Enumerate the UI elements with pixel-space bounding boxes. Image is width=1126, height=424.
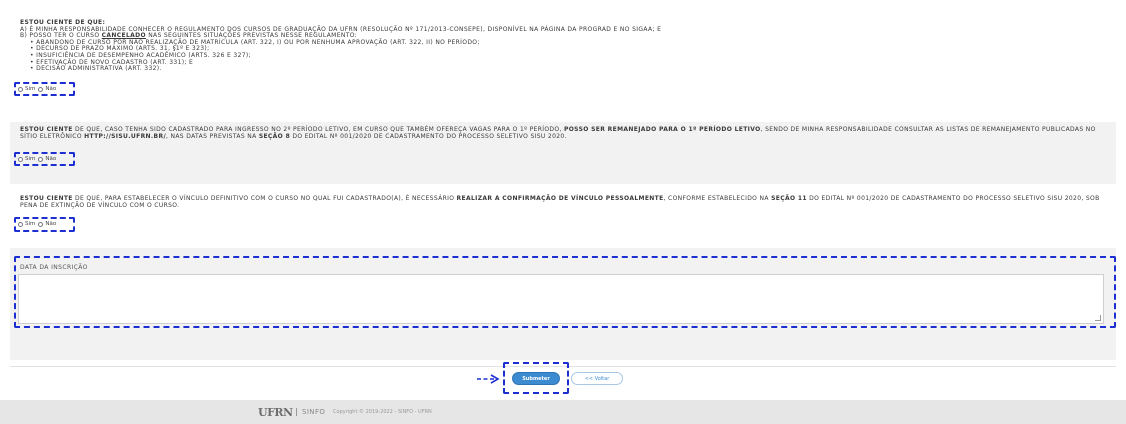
declaration-1-text: ESTOU CIENTE DE QUE: A) É MINHA RESPONSA… xyxy=(10,13,1110,73)
highlight-date-field xyxy=(14,256,1116,328)
footer xyxy=(0,400,1126,424)
highlight-radio-3 xyxy=(14,217,75,232)
list-item: • EFETIVAÇÃO DE NOVO CADASTRO (ART. 331)… xyxy=(30,58,194,66)
declaration-section-3: ESTOU CIENTE DE QUE, PARA ESTABELECER O … xyxy=(10,190,1116,238)
arrow-right-icon xyxy=(477,374,500,384)
highlight-radio-1 xyxy=(14,82,75,96)
declaration-section-2: ESTOU CIENTE DE QUE, CASO TENHA SIDO CAD… xyxy=(10,122,1116,184)
declaration-section-1: ESTOU CIENTE DE QUE: A) É MINHA RESPONSA… xyxy=(10,13,1116,105)
copyright-text: Copyright © 2019-2022 - SINFO - UFRN xyxy=(333,409,432,415)
sinfo-logo: SINFO xyxy=(302,408,326,416)
back-button[interactable]: << Voltar xyxy=(571,372,623,385)
highlight-radio-2 xyxy=(14,152,75,166)
highlight-submit-button xyxy=(503,362,569,394)
divider xyxy=(296,408,297,416)
declaration-3-text: ESTOU CIENTE DE QUE, PARA ESTABELECER O … xyxy=(20,195,1100,209)
declaration-1-title: ESTOU CIENTE DE QUE: xyxy=(20,19,106,26)
ufrn-logo: UFRN xyxy=(258,406,293,419)
declaration-1-list: • ABANDONO DE CURSO POR NÃO REALIZAÇÃO D… xyxy=(20,39,1110,73)
declaration-2-text: ESTOU CIENTE DE QUE, CASO TENHA SIDO CAD… xyxy=(20,126,1096,140)
list-item: • DECISÃO ADMINISTRATIVA (ART. 332). xyxy=(30,65,162,73)
